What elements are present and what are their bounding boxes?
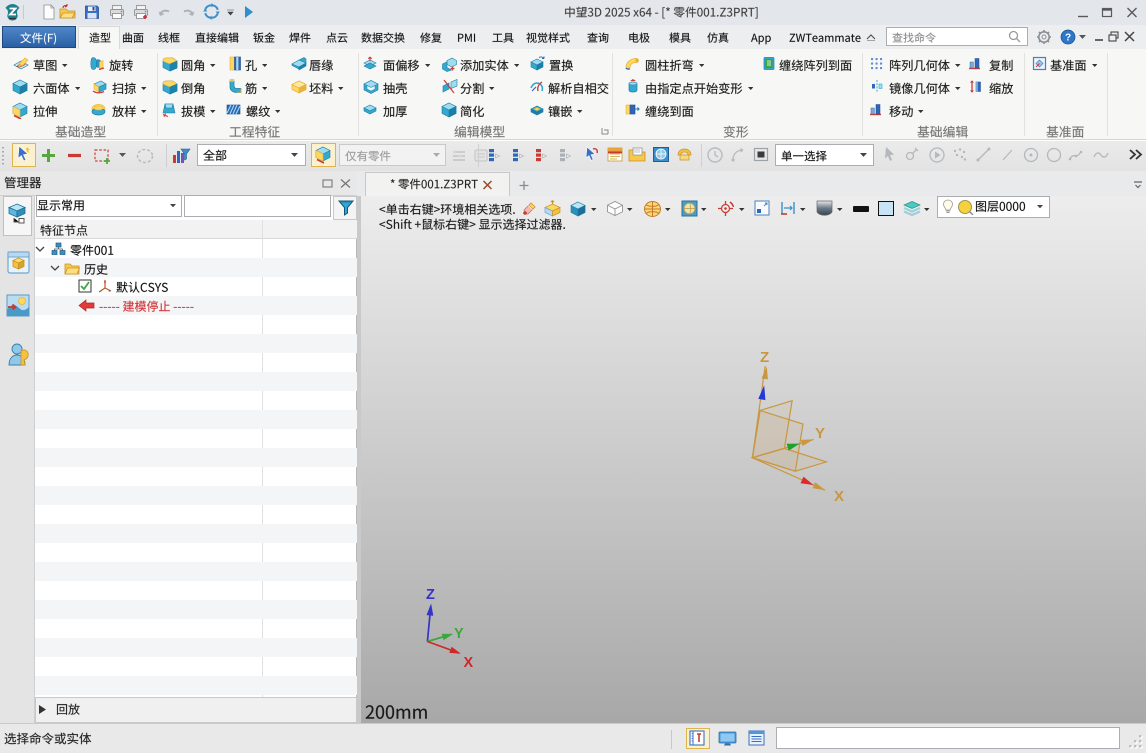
svg-text:?: ? [1065,33,1071,44]
svg-text:X: X [834,488,844,505]
svg-text:Z: Z [426,587,435,603]
svg-text:X: X [464,655,474,671]
svg-text:Y: Y [815,425,825,442]
svg-text:Z: Z [760,349,769,366]
svg-text:Y: Y [454,626,464,642]
